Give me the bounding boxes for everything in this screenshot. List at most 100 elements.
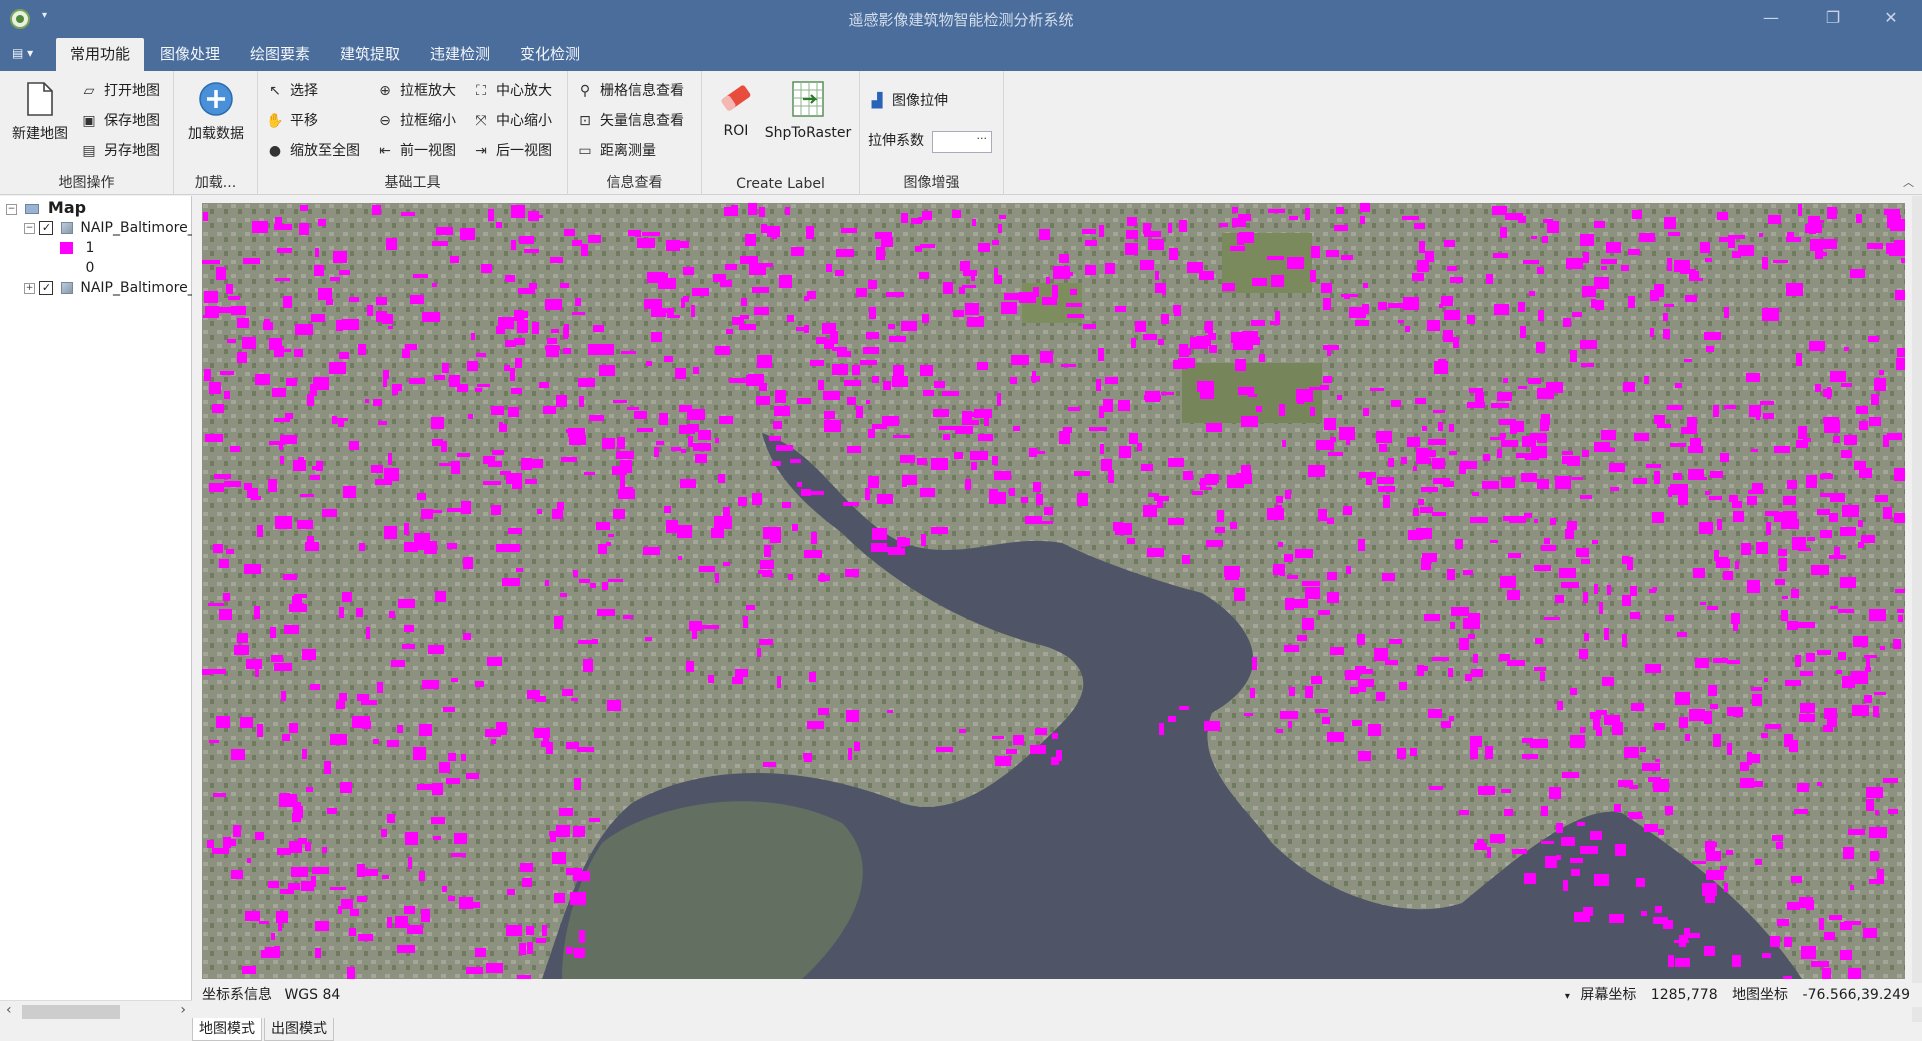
- select-tool-button[interactable]: ↖ 选择: [266, 79, 318, 103]
- collapse-icon[interactable]: −: [6, 203, 17, 215]
- building-mask-patch: [1681, 427, 1697, 434]
- building-mask-patch: [775, 390, 786, 403]
- building-mask-patch: [989, 489, 998, 494]
- map-canvas[interactable]: [202, 203, 1905, 979]
- tab-drawing-elements[interactable]: 绘图要素: [236, 38, 324, 71]
- scroll-left-icon[interactable]: ‹: [6, 1002, 12, 1018]
- building-mask-patch: [528, 211, 539, 221]
- close-button[interactable]: ✕: [1876, 6, 1906, 30]
- building-mask-patch: [1355, 320, 1369, 326]
- shp-to-raster-button[interactable]: ShpToRaster: [760, 79, 856, 141]
- building-mask-patch: [524, 249, 539, 253]
- next-view-button[interactable]: ⇥ 后一视图: [472, 139, 552, 163]
- box-zoom-out-button[interactable]: ⊖ 拉框缩小: [376, 109, 456, 133]
- application-menu-button[interactable]: ▤ ▾: [12, 46, 38, 64]
- distance-measure-button[interactable]: ▭ 距离测量: [576, 139, 656, 163]
- building-mask-patch: [1477, 839, 1484, 846]
- building-mask-patch: [1541, 811, 1545, 814]
- tab-layout-mode[interactable]: 出图模式: [264, 1018, 334, 1041]
- open-map-button[interactable]: ▱ 打开地图: [80, 79, 160, 103]
- building-mask-patch: [1077, 493, 1088, 506]
- toc-horizontal-scrollbar[interactable]: ‹ ›: [0, 1000, 192, 1022]
- dropdown-icon[interactable]: ▾: [1565, 991, 1570, 1002]
- building-mask-patch: [261, 950, 279, 958]
- building-mask-patch: [210, 383, 216, 387]
- building-mask-patch: [613, 400, 627, 403]
- center-zoom-in-button[interactable]: ⛶ 中心放大: [472, 79, 552, 103]
- layer-visibility-checkbox[interactable]: ✓: [39, 281, 54, 295]
- stretch-factor-picker-button[interactable]: ···: [977, 132, 988, 145]
- building-mask-patch: [1468, 634, 1475, 639]
- building-mask-patch: [357, 864, 365, 877]
- scroll-thumb[interactable]: [22, 1005, 120, 1019]
- image-stretch-button[interactable]: ▟ 图像拉伸: [868, 89, 948, 113]
- save-as-map-button[interactable]: ▤ 另存地图: [80, 139, 160, 163]
- building-mask-patch: [933, 409, 949, 417]
- building-mask-patch: [1217, 510, 1224, 522]
- building-mask-patch: [1538, 310, 1544, 321]
- collapse-icon[interactable]: −: [24, 222, 35, 234]
- building-mask-patch: [252, 221, 268, 233]
- new-map-button[interactable]: 新建地图: [8, 81, 72, 143]
- building-mask-patch: [1416, 458, 1431, 464]
- scroll-right-icon[interactable]: ›: [180, 1002, 186, 1018]
- tab-illegal-building-detection[interactable]: 违建检测: [416, 38, 504, 71]
- map-vertical-scrollbar[interactable]: [1912, 196, 1922, 1022]
- center-zoom-out-button[interactable]: ⤧ 中心缩小: [472, 109, 552, 133]
- building-mask-patch: [339, 270, 350, 275]
- building-mask-patch: [388, 453, 392, 465]
- building-mask-patch: [268, 881, 279, 888]
- building-mask-patch: [402, 349, 410, 358]
- tree-layer-1[interactable]: − ✓ NAIP_Baltimore_: [24, 218, 195, 238]
- stretch-factor-input[interactable]: ···: [932, 131, 992, 153]
- building-mask-patch: [715, 573, 719, 583]
- building-mask-patch: [1577, 822, 1585, 826]
- building-mask-patch: [691, 305, 695, 317]
- tab-map-mode[interactable]: 地图模式: [192, 1018, 262, 1041]
- save-map-button[interactable]: ▣ 保存地图: [80, 109, 160, 133]
- building-mask-patch: [571, 698, 578, 701]
- tab-change-detection[interactable]: 变化检测: [506, 38, 594, 71]
- building-mask-patch: [1236, 473, 1252, 484]
- tab-common[interactable]: 常用功能: [56, 38, 145, 71]
- building-mask-patch: [902, 481, 907, 487]
- box-zoom-in-button[interactable]: ⊕ 拉框放大: [376, 79, 456, 103]
- building-mask-patch: [1287, 257, 1304, 269]
- building-mask-patch: [450, 256, 459, 263]
- ribbon-collapse-icon[interactable]: ︿: [1903, 174, 1914, 190]
- building-mask-patch: [330, 887, 346, 890]
- building-mask-patch: [731, 205, 738, 216]
- zoom-full-extent-button[interactable]: ● 缩放至全图: [266, 139, 360, 163]
- tree-layer-2[interactable]: + ✓ NAIP_Baltimore_: [24, 278, 195, 298]
- vector-info-button[interactable]: ⊡ 矢量信息查看: [576, 109, 684, 133]
- building-mask-patch: [1535, 638, 1543, 644]
- roi-button[interactable]: ROI: [712, 79, 760, 139]
- building-mask-patch: [526, 926, 534, 935]
- building-mask-patch: [349, 928, 356, 936]
- building-mask-patch: [1599, 602, 1603, 614]
- building-mask-patch: [1275, 505, 1282, 510]
- raster-info-button[interactable]: ⚲ 栅格信息查看: [576, 79, 684, 103]
- building-mask-patch: [463, 557, 473, 569]
- tab-image-processing[interactable]: 图像处理: [146, 38, 234, 71]
- building-mask-patch: [1601, 430, 1616, 440]
- tab-building-extraction[interactable]: 建筑提取: [326, 38, 414, 71]
- building-mask-patch: [1417, 665, 1424, 676]
- minimize-button[interactable]: —: [1756, 6, 1786, 30]
- maximize-button[interactable]: ❐: [1818, 6, 1848, 30]
- building-mask-patch: [457, 384, 468, 392]
- building-mask-patch: [226, 284, 233, 294]
- building-mask-patch: [1098, 348, 1104, 361]
- eraser-icon: [721, 85, 751, 111]
- building-mask-patch: [1894, 513, 1905, 523]
- pan-tool-button[interactable]: ✋ 平移: [266, 109, 318, 133]
- tree-root-map[interactable]: − Map: [6, 198, 86, 218]
- building-mask-patch: [1322, 717, 1330, 724]
- previous-view-button[interactable]: ⇤ 前一视图: [376, 139, 456, 163]
- load-data-button[interactable]: 加载数据: [180, 81, 252, 143]
- building-mask-patch: [1594, 874, 1609, 886]
- building-mask-patch: [492, 450, 504, 455]
- building-mask-patch: [1082, 229, 1096, 234]
- expand-icon[interactable]: +: [24, 282, 35, 294]
- layer-visibility-checkbox[interactable]: ✓: [39, 221, 54, 235]
